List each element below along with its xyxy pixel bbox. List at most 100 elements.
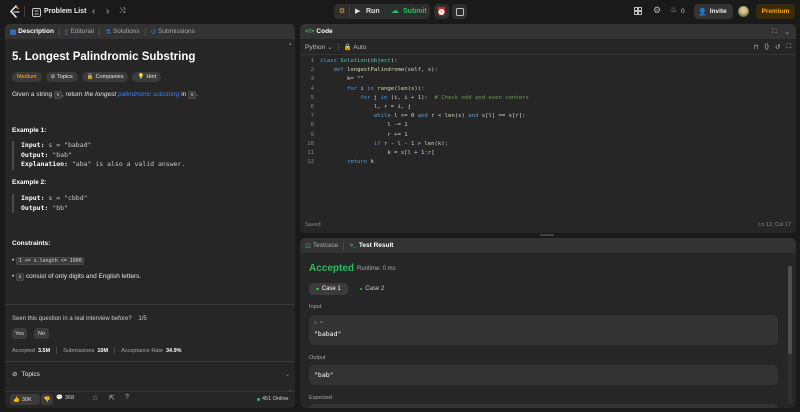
editor-toolbar: Python ⌄ 🔒 Auto ⊓ {} ↺ ⛶ bbox=[300, 39, 796, 55]
tab-label: Description bbox=[18, 28, 54, 35]
book-icon: ▯ bbox=[64, 28, 69, 36]
code-editor[interactable]: 1 class Solution(object): 2 def longestPal… bbox=[300, 57, 796, 187]
language-select[interactable]: Python ⌄ bbox=[305, 43, 333, 51]
like-button[interactable]: 👍 30K bbox=[10, 394, 40, 405]
tab-solutions[interactable]: ⚗ Solutions bbox=[100, 24, 145, 39]
no-button[interactable]: No bbox=[34, 328, 49, 339]
divider bbox=[5, 304, 295, 305]
code-line[interactable]: 5 for j in (i, i + 1): # Check odd and e… bbox=[300, 94, 796, 103]
invite-label: Invite bbox=[709, 8, 727, 15]
streak-flame-icon[interactable]: ♨ bbox=[670, 5, 677, 14]
example-2: Input: s = "cbbd" Output: "bb" bbox=[12, 194, 282, 213]
code-line[interactable]: 10 if r - l - 1 > len(k): bbox=[300, 140, 796, 149]
palindromic-substring-link[interactable]: palindromic substring bbox=[118, 91, 179, 98]
premium-button[interactable]: Premium bbox=[756, 4, 795, 19]
code-line[interactable]: 4 for i in range(len(s)): bbox=[300, 85, 796, 94]
label: Input: bbox=[21, 194, 45, 202]
resize-handle[interactable] bbox=[540, 234, 554, 236]
code-line[interactable]: 12 return k bbox=[300, 158, 796, 167]
case-2-tab[interactable]: Case 2 bbox=[355, 283, 389, 295]
companies-chip[interactable]: 🔒 Companies bbox=[81, 72, 129, 82]
case-1-tab[interactable]: Case 1 bbox=[309, 283, 348, 295]
tab-submissions[interactable]: ↺ Submissions bbox=[146, 24, 200, 39]
code-line[interactable]: 1 class Solution(object): bbox=[300, 57, 796, 66]
input-label: Input bbox=[309, 304, 322, 310]
code-header: </> Code ⛶ ⌄ bbox=[300, 24, 796, 39]
reset-icon[interactable]: ↺ bbox=[775, 43, 780, 51]
submit-button[interactable]: Submit bbox=[403, 8, 427, 15]
leetcode-logo-icon[interactable] bbox=[9, 5, 21, 19]
hint-chip[interactable]: 💡 Hint bbox=[132, 72, 162, 82]
cloud-upload-icon: ☁ bbox=[391, 6, 399, 15]
problem-list-button[interactable]: Problem List bbox=[44, 8, 86, 15]
stat-label: Acceptance Rate bbox=[121, 347, 163, 354]
constraint-item: • 1 <= s.length <= 1000 bbox=[12, 257, 85, 265]
accordion-label: Topics bbox=[21, 370, 40, 378]
topics-chip[interactable]: ⊘ Topics bbox=[45, 72, 78, 82]
thumbs-down-icon: 👎 bbox=[43, 396, 51, 403]
tab-test-result[interactable]: >_ Test Result bbox=[344, 238, 398, 253]
shuffle-icon[interactable]: ⤨ bbox=[119, 6, 125, 16]
notes-button[interactable] bbox=[452, 4, 467, 19]
divider bbox=[349, 6, 350, 17]
auto-toggle[interactable]: 🔒 Auto bbox=[344, 43, 367, 51]
code-line[interactable]: 11 k = s[l + 1:r] bbox=[300, 149, 796, 158]
text: Given a string bbox=[12, 91, 54, 98]
divider bbox=[114, 347, 116, 354]
constraints-title: Constraints: bbox=[12, 240, 51, 247]
text: in bbox=[179, 91, 189, 98]
settings-icon[interactable]: ⚙ bbox=[653, 5, 661, 16]
tab-testcase[interactable]: ☑ Testcase bbox=[300, 238, 343, 253]
flask-icon: ⚗ bbox=[104, 28, 111, 36]
code-line[interactable]: 8 l -= 1 bbox=[300, 121, 796, 130]
chevron-right-icon[interactable]: › bbox=[106, 7, 109, 17]
layout-icon[interactable] bbox=[634, 7, 642, 15]
lock-icon: 🔒 bbox=[343, 43, 352, 51]
avatar[interactable] bbox=[738, 6, 749, 17]
scrollbar[interactable] bbox=[788, 266, 792, 404]
code-line[interactable]: 7 while l >= 0 and r < len(s) and s[l] =… bbox=[300, 112, 796, 121]
problem-title: 5. Longest Palindromic Substring bbox=[12, 51, 196, 63]
tab-editorial[interactable]: ▯ Editorial bbox=[60, 24, 99, 39]
emphasis: the longest bbox=[84, 91, 117, 98]
bookmark-icon[interactable]: ⊓ bbox=[754, 43, 759, 51]
collapse-icon[interactable]: ⌄ bbox=[785, 28, 790, 36]
tag-row: Medium ⊘ Topics 🔒 Companies 💡 Hint bbox=[12, 72, 162, 82]
code-line[interactable]: 3 k= "" bbox=[300, 75, 796, 84]
checkbox-icon: ☑ bbox=[305, 242, 311, 250]
chevron-left-icon[interactable]: ‹ bbox=[92, 7, 95, 17]
stat-label: Submissions bbox=[63, 347, 95, 354]
difficulty-badge: Medium bbox=[12, 72, 42, 82]
dislike-button[interactable]: 👎 bbox=[41, 394, 53, 405]
help-icon[interactable]: ? bbox=[125, 394, 129, 401]
share-icon[interactable]: ⇱ bbox=[109, 394, 115, 402]
value: "bab" bbox=[52, 150, 72, 159]
value: s = "cbbd" bbox=[48, 194, 88, 202]
list-icon[interactable] bbox=[31, 7, 41, 17]
scroll-up-icon[interactable]: ▴ bbox=[289, 41, 292, 47]
debug-icon[interactable]: ⚙ bbox=[338, 6, 346, 16]
code-line[interactable]: 9 r += 1 bbox=[300, 131, 796, 140]
expand-icon[interactable]: ⛶ bbox=[772, 28, 777, 36]
code-line[interactable]: 2 def longestPalindrome(self, s): bbox=[300, 66, 796, 75]
yes-button[interactable]: Yes bbox=[12, 328, 27, 339]
chip-label: Hint bbox=[146, 74, 157, 80]
run-button[interactable]: Run bbox=[366, 8, 380, 15]
scroll-thumb[interactable] bbox=[788, 266, 792, 354]
comments-button[interactable]: 💬 368 bbox=[56, 395, 74, 401]
saved-status: Saved bbox=[305, 222, 321, 228]
scrollbar[interactable]: ▴ ▾ bbox=[289, 41, 293, 395]
code-line[interactable]: 6 l, r = i, j bbox=[300, 103, 796, 112]
tab-description[interactable]: ▤ Description bbox=[5, 24, 59, 39]
case-label: Case 2 bbox=[365, 286, 385, 292]
braces-icon[interactable]: {} bbox=[765, 43, 769, 50]
fullscreen-icon[interactable]: ⛶ bbox=[786, 43, 791, 51]
timer-button[interactable]: ⏰ bbox=[434, 4, 449, 19]
invite-button[interactable]: 👤 Invite bbox=[694, 4, 733, 19]
tab-code[interactable]: </> Code bbox=[300, 24, 338, 39]
topics-accordion[interactable]: ⊘ Topics ⌄ bbox=[12, 367, 290, 381]
stat-label: Accepted bbox=[12, 347, 35, 354]
tag-icon: ⊘ bbox=[50, 74, 56, 80]
text: . bbox=[196, 91, 198, 98]
star-icon[interactable]: ☆ bbox=[92, 394, 98, 402]
